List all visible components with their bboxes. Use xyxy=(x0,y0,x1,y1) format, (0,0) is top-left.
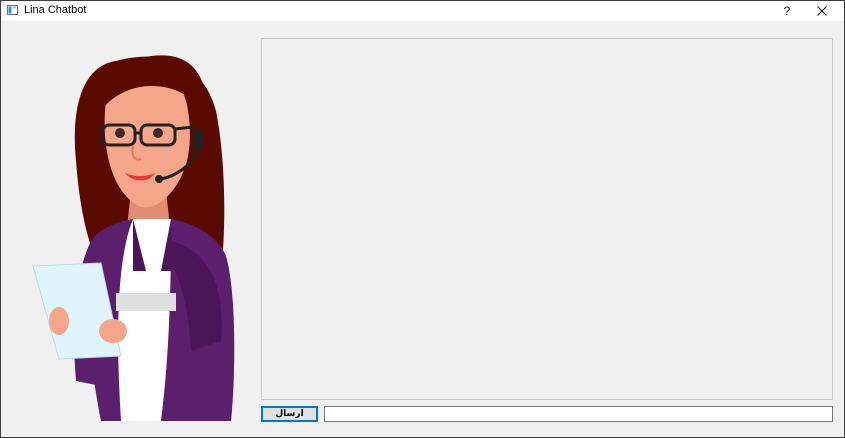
close-icon xyxy=(817,6,827,16)
chat-history-area[interactable] xyxy=(261,38,833,400)
title-bar[interactable]: Lina Chatbot ? xyxy=(1,1,844,21)
close-button[interactable] xyxy=(807,1,837,21)
send-button[interactable]: ارسال xyxy=(261,406,318,422)
chatbot-window: Lina Chatbot ? ارسال xyxy=(0,0,845,438)
message-input[interactable] xyxy=(324,406,833,422)
assistant-avatar-image xyxy=(32,55,235,421)
window-title: Lina Chatbot xyxy=(24,4,87,16)
app-window-icon xyxy=(7,5,18,15)
help-button[interactable]: ? xyxy=(773,1,801,21)
help-icon: ? xyxy=(783,4,791,18)
